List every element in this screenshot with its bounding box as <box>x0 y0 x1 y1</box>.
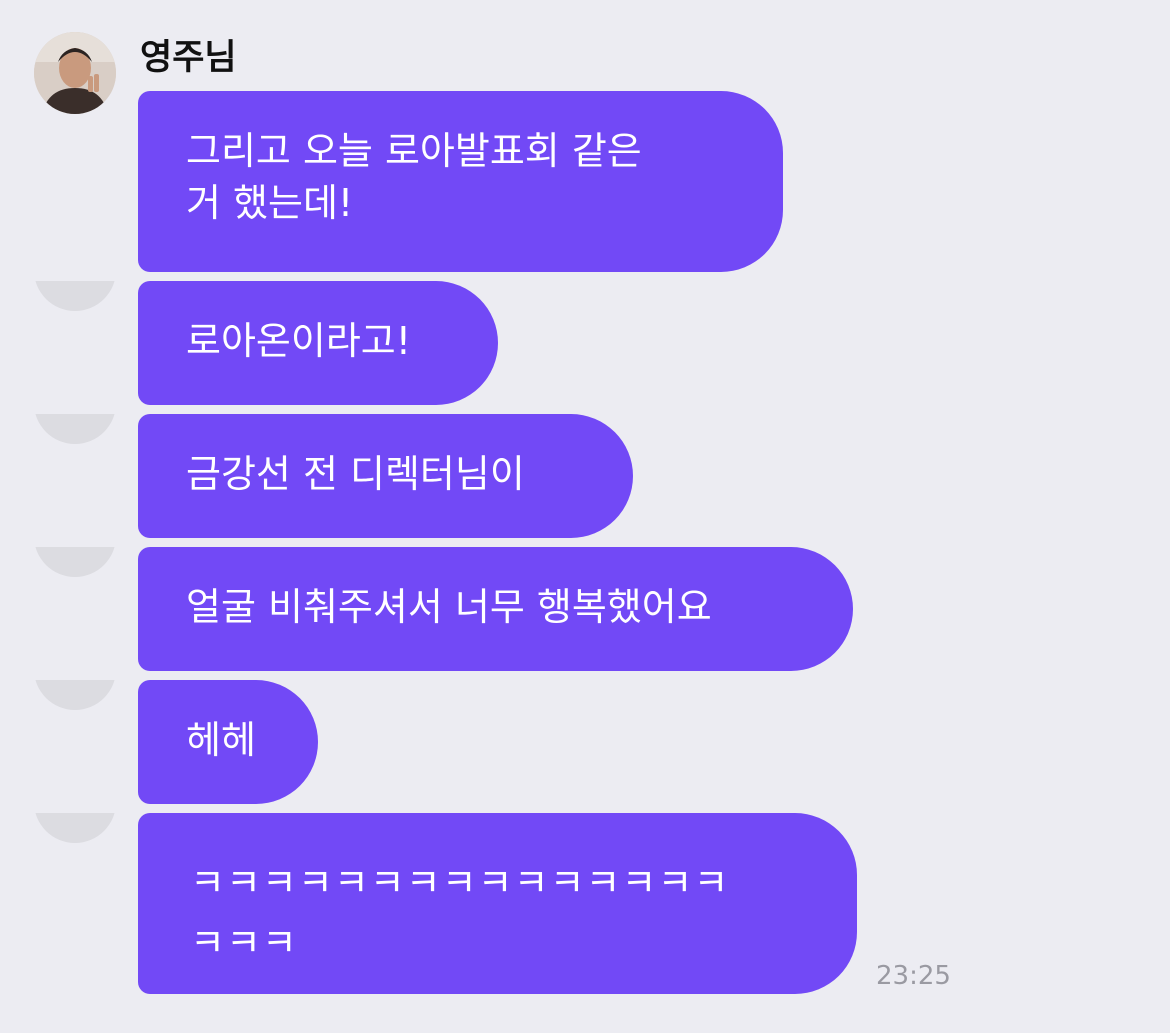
avatar-placeholder <box>34 547 116 577</box>
avatar-placeholder <box>34 281 116 311</box>
avatar-placeholder <box>34 813 116 843</box>
avatar-placeholder <box>34 414 116 444</box>
message-bubble[interactable]: 그리고 오늘 로아발표회 같은 거 했는데! <box>138 91 783 272</box>
message-bubble[interactable]: 로아온이라고! <box>138 281 498 405</box>
avatar-placeholder <box>34 680 116 710</box>
message-bubble[interactable]: 헤헤 <box>138 680 318 804</box>
sender-name: 영주님 <box>140 38 237 78</box>
message-timestamp: 23:25 <box>876 961 951 991</box>
message-bubble[interactable]: 얼굴 비춰주셔서 너무 행복했어요 <box>138 547 853 671</box>
message-bubble[interactable]: 금강선 전 디렉터님이 <box>138 414 633 538</box>
message-bubble[interactable]: ㅋㅋㅋㅋㅋㅋㅋㅋㅋㅋㅋㅋㅋㅋㅋ ㅋㅋㅋ <box>138 813 857 994</box>
sender-avatar[interactable] <box>34 32 116 114</box>
